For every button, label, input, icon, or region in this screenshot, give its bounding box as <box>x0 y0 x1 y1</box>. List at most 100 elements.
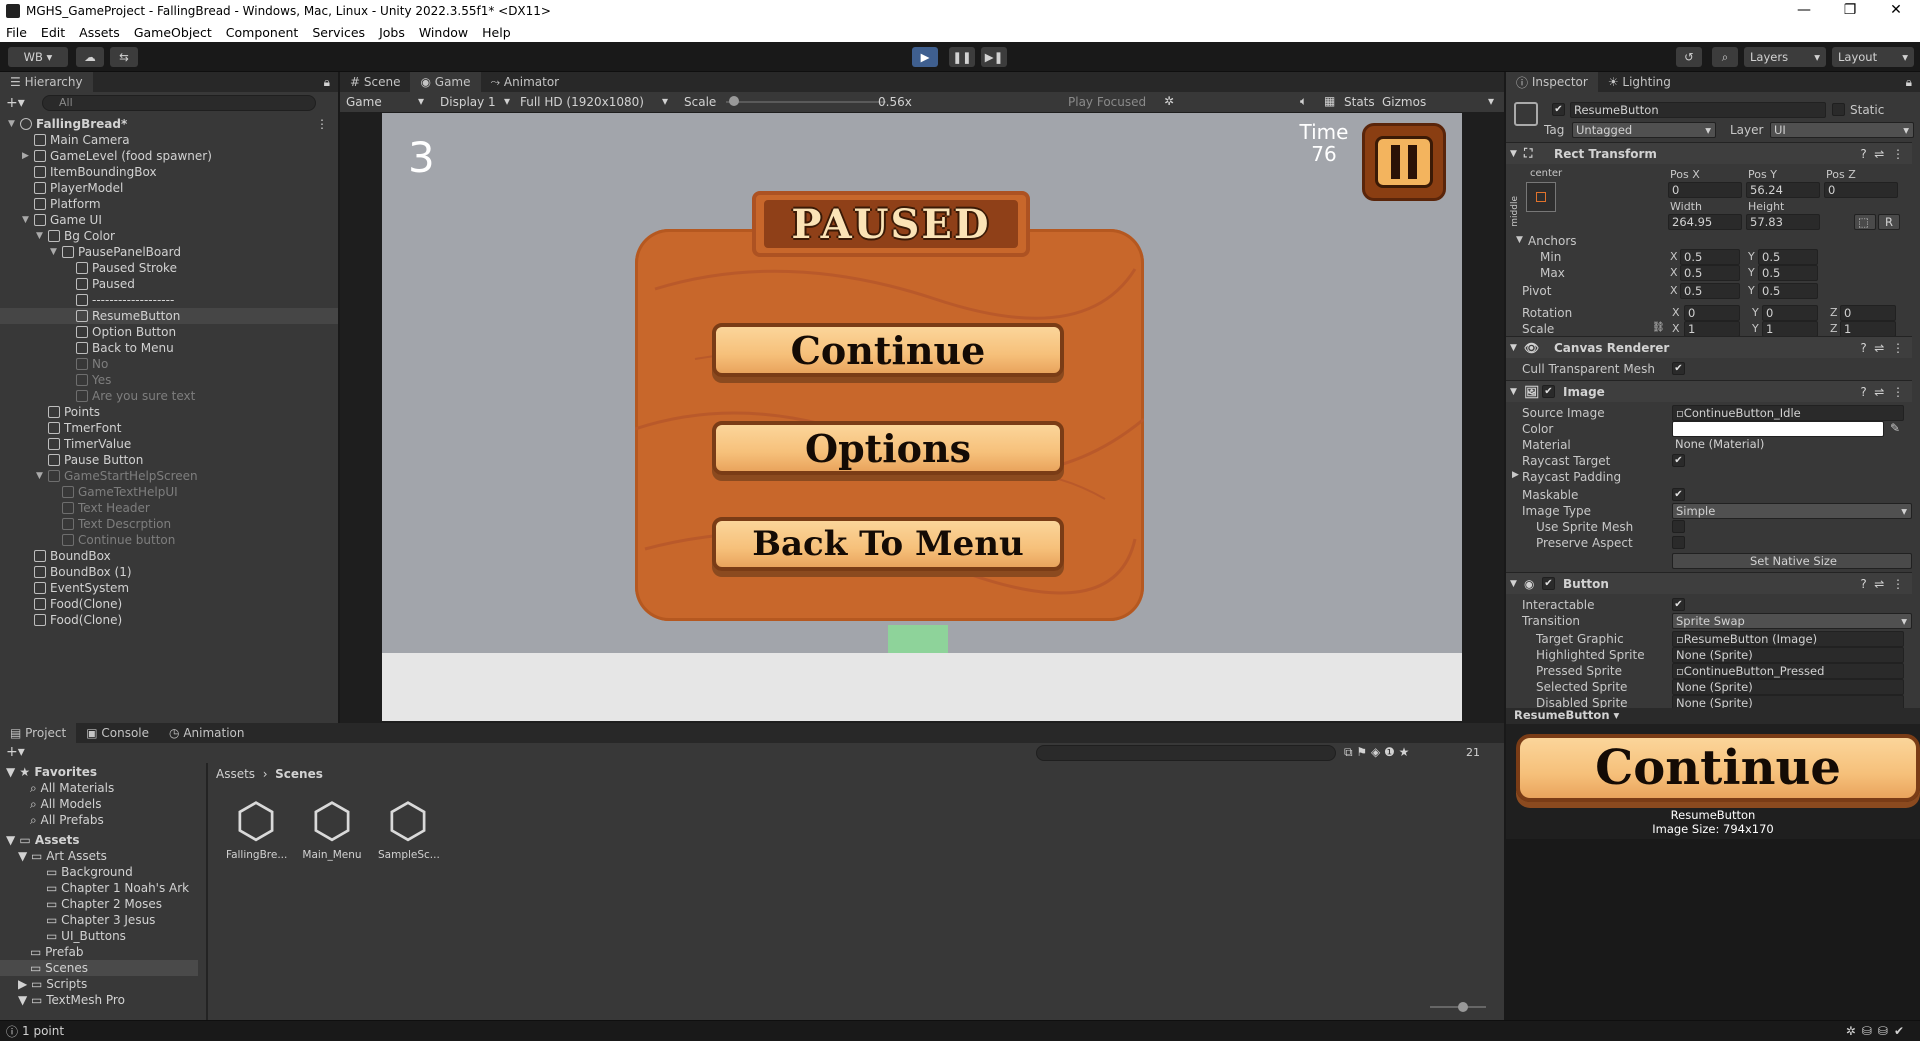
folder-background[interactable]: ▭ Background <box>46 865 133 879</box>
tab-scene[interactable]: # Scene <box>340 72 410 92</box>
hierarchy-item[interactable]: GameTextHelpUI <box>0 484 338 500</box>
expand-arrow-icon[interactable]: ▼ <box>8 119 20 129</box>
link-icon[interactable]: ⛓ <box>1652 322 1665 333</box>
source-image-field[interactable]: ▫ContinueButton_Idle <box>1672 405 1904 421</box>
play-focused-dropdown[interactable]: Play Focused <box>1068 95 1146 109</box>
play-button[interactable]: ▶ <box>912 47 938 67</box>
canvas-renderer-header[interactable]: ▼ 👁︎ Canvas Renderer? ⇌ ⋮ <box>1506 336 1912 358</box>
folder-textmesh-pro[interactable]: ▼ ▭ TextMesh Pro <box>18 993 125 1007</box>
continue-button[interactable]: Continue <box>712 323 1064 377</box>
hierarchy-item[interactable]: Platform <box>0 196 338 212</box>
interactable-checkbox[interactable]: ✔ <box>1672 598 1685 611</box>
menu-assets[interactable]: Assets <box>79 25 120 40</box>
blueprint-button[interactable]: ⬚ <box>1854 214 1876 230</box>
menu-file[interactable]: File <box>6 25 27 40</box>
raycast-padding-label[interactable]: Raycast Padding <box>1522 470 1621 484</box>
lock-icon[interactable]: 🔒︎ <box>1906 75 1912 90</box>
hierarchy-item[interactable]: Continue button <box>0 532 338 548</box>
component-menu-icon[interactable]: ? ⇌ ⋮ <box>1860 147 1904 161</box>
filter-icons[interactable]: ⧉ ⚑ ◈ ❶ ★ <box>1344 745 1409 760</box>
resolution-dropdown[interactable]: Full HD (1920x1080) <box>520 95 644 109</box>
layer-dropdown[interactable]: UI ▾ <box>1770 122 1914 138</box>
image-enabled-checkbox[interactable]: ✔ <box>1542 385 1555 398</box>
cull-transparent-checkbox[interactable]: ✔ <box>1672 362 1685 375</box>
max-y-field[interactable]: 0.5 <box>1758 265 1818 281</box>
step-button[interactable]: ▶❚ <box>981 47 1007 67</box>
layout-dropdown[interactable]: Layout ▾ <box>1832 47 1914 67</box>
min-y-field[interactable]: 0.5 <box>1758 249 1818 265</box>
expand-arrow-icon[interactable]: ▼ <box>36 471 48 481</box>
menu-services[interactable]: Services <box>312 25 365 40</box>
hierarchy-item[interactable]: Option Button <box>0 324 338 340</box>
hierarchy-item[interactable]: BoundBox (1) <box>0 564 338 580</box>
hierarchy-item[interactable]: Text Header <box>0 500 338 516</box>
selected-sprite-field[interactable]: None (Sprite) <box>1672 679 1904 695</box>
min-x-field[interactable]: 0.5 <box>1680 249 1740 265</box>
tag-dropdown[interactable]: Untagged ▾ <box>1572 122 1716 138</box>
fav-all-materials[interactable]: ⌕ All Materials <box>30 781 114 796</box>
expand-arrow-icon[interactable]: ▼ <box>22 215 34 225</box>
component-menu-icon[interactable]: ? ⇌ ⋮ <box>1860 341 1904 355</box>
expand-arrow-icon[interactable]: ▼ <box>1516 235 1523 245</box>
rotation-z-field[interactable]: 0 <box>1840 305 1896 321</box>
add-icon[interactable]: +▾ <box>6 744 25 760</box>
transition-dropdown[interactable]: Sprite Swap ▾ <box>1672 613 1912 629</box>
pos-z-field[interactable]: 0 <box>1824 182 1898 198</box>
tab-inspector[interactable]: ⓘ Inspector <box>1506 72 1598 92</box>
add-icon[interactable]: +▾ <box>6 95 25 111</box>
max-x-field[interactable]: 0.5 <box>1680 265 1740 281</box>
fav-all-prefabs[interactable]: ⌕ All Prefabs <box>30 813 104 828</box>
hierarchy-item[interactable]: ▼ FallingBread* ⋮ <box>0 116 338 132</box>
hierarchy-item[interactable]: Main Camera <box>0 132 338 148</box>
image-type-dropdown[interactable]: Simple ▾ <box>1672 503 1912 519</box>
tab-hierarchy[interactable]: ☰ Hierarchy <box>0 72 93 92</box>
tab-animation[interactable]: ◷ Animation <box>159 723 254 743</box>
pos-x-field[interactable]: 0 <box>1668 182 1742 198</box>
hierarchy-item[interactable]: ▼ Game UI <box>0 212 338 228</box>
hierarchy-item[interactable]: No <box>0 356 338 372</box>
hierarchy-item[interactable]: Back to Menu <box>0 340 338 356</box>
tab-animator[interactable]: ⤳ Animator <box>481 72 570 92</box>
hierarchy-item[interactable]: TmerFont <box>0 420 338 436</box>
hierarchy-item[interactable]: Yes <box>0 372 338 388</box>
use-sprite-mesh-checkbox[interactable] <box>1672 520 1685 533</box>
account-button[interactable]: WB ▾ <box>8 47 68 67</box>
scene-asset[interactable]: ⬡ FallingBre... <box>226 793 287 861</box>
scene-menu-icon[interactable]: ⋮ <box>316 117 328 131</box>
button-enabled-checkbox[interactable]: ✔ <box>1542 577 1555 590</box>
folder-prefab[interactable]: ▭ Prefab <box>30 945 83 959</box>
pivot-x-field[interactable]: 0.5 <box>1680 283 1740 299</box>
anchor-preset-button[interactable] <box>1526 182 1556 212</box>
scale-slider[interactable] <box>726 96 886 106</box>
breadcrumb-assets[interactable]: Assets <box>216 767 255 781</box>
pause-game-button[interactable] <box>1362 123 1446 201</box>
project-search-input[interactable] <box>1036 745 1336 761</box>
collapse-arrow-icon[interactable]: ▶ <box>22 151 34 161</box>
expand-arrow-icon[interactable]: ▶ <box>1512 470 1519 480</box>
menu-jobs[interactable]: Jobs <box>379 25 405 40</box>
fav-all-models[interactable]: ⌕ All Models <box>30 797 102 812</box>
maskable-checkbox[interactable]: ✔ <box>1672 488 1685 501</box>
game-mode-dropdown[interactable]: Game <box>346 95 382 109</box>
preview-dropdown[interactable]: ResumeButton ▾ <box>1514 708 1619 722</box>
pos-y-field[interactable]: 56.24 <box>1746 182 1820 198</box>
hierarchy-item[interactable]: Food(Clone) <box>0 612 338 628</box>
folder-chapter2[interactable]: ▭ Chapter 2 Moses <box>46 897 162 911</box>
hierarchy-item[interactable]: TimerValue <box>0 436 338 452</box>
rect-transform-header[interactable]: ▼ ⛶ Rect Transform? ⇌ ⋮ <box>1506 142 1912 164</box>
component-menu-icon[interactable]: ? ⇌ ⋮ <box>1860 577 1904 591</box>
tab-lighting[interactable]: ☀ Lighting <box>1598 72 1681 92</box>
highlighted-sprite-field[interactable]: None (Sprite) <box>1672 647 1904 663</box>
tab-project[interactable]: ▤ Project <box>0 723 77 743</box>
component-menu-icon[interactable]: ? ⇌ ⋮ <box>1860 385 1904 399</box>
menu-edit[interactable]: Edit <box>41 25 65 40</box>
bug-icon[interactable]: ✲ <box>1164 94 1174 108</box>
folder-scripts[interactable]: ▶ ▭ Scripts <box>18 977 87 991</box>
object-name-field[interactable]: ResumeButton <box>1570 102 1826 118</box>
scale-slider-knob[interactable] <box>729 96 740 106</box>
eyedropper-icon[interactable]: ✎ <box>1890 421 1900 435</box>
layers-dropdown[interactable]: Layers ▾ <box>1744 47 1826 67</box>
scene-asset[interactable]: ⬡ Main_Menu <box>302 793 362 861</box>
hierarchy-item[interactable]: ResumeButton <box>0 308 338 324</box>
hierarchy-item[interactable]: Points <box>0 404 338 420</box>
